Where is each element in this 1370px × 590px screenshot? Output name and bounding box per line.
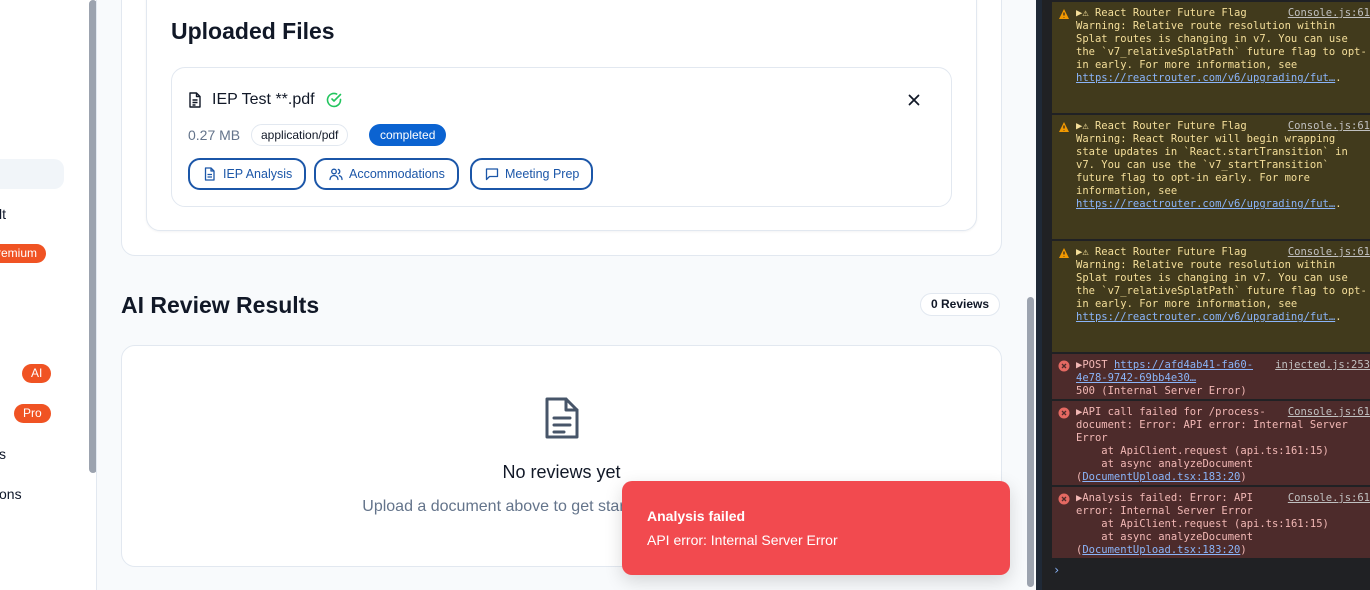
file-text-icon (204, 167, 215, 181)
console-prompt[interactable]: › (1053, 563, 1060, 577)
devtools-console: Console.js:61 ▶⚠ React Router Future Fla… (1036, 0, 1370, 590)
message-square-icon (485, 168, 499, 181)
console-source-link[interactable]: Console.js:61 (1288, 120, 1370, 133)
toast-message: API error: Internal Server Error (647, 532, 838, 548)
pro-badge: Pro (14, 404, 51, 423)
console-error[interactable]: Console.js:61 ▶API call failed for /proc… (1052, 401, 1370, 485)
console-message-tail: ) (1240, 471, 1247, 483)
sidebar-item-label[interactable]: ons (0, 486, 22, 502)
file-card: IEP Test **.pdf 0.27 MB application/pdf … (171, 67, 952, 207)
document-icon (545, 397, 579, 439)
file-size: 0.27 MB (188, 127, 241, 143)
error-icon (1058, 493, 1070, 505)
console-source-link[interactable]: Console.js:61 (1288, 406, 1370, 419)
console-warning[interactable]: Console.js:61 ▶⚠ React Router Future Fla… (1052, 241, 1370, 352)
error-icon (1058, 407, 1070, 419)
iep-analysis-button[interactable]: IEP Analysis (188, 158, 307, 190)
console-source-link[interactable]: Console.js:61 (1288, 246, 1370, 259)
warning-icon (1059, 122, 1069, 132)
mime-type-badge: application/pdf (251, 124, 349, 146)
warning-icon (1059, 248, 1069, 258)
premium-badge: remium (0, 244, 47, 263)
remove-file-button[interactable] (906, 92, 922, 108)
console-url-link[interactable]: https://reactrouter.com/v6/upgrading/fut… (1076, 72, 1335, 84)
users-icon (329, 168, 343, 181)
console-message-tail: ) (1240, 544, 1247, 556)
sidebar-scrollbar[interactable] (89, 0, 96, 473)
file-text-icon (189, 92, 201, 108)
uploaded-files-title: Uploaded Files (171, 18, 335, 44)
sidebar-item-label[interactable]: lt (0, 206, 6, 222)
console-error[interactable]: Console.js:61 ▶Analysis failed: Error: A… (1052, 487, 1370, 558)
console-message-tail: . (1335, 311, 1342, 323)
empty-title: No reviews yet (502, 462, 621, 482)
console-message-tail: . (1335, 72, 1342, 84)
console-message-tail: . (1335, 198, 1342, 210)
console-url-link[interactable]: https://reactrouter.com/v6/upgrading/fut… (1076, 311, 1335, 323)
sidebar: lt remium AI Pro s ons (0, 0, 97, 590)
meeting-prep-label: Meeting Prep (505, 167, 580, 181)
console-url-link[interactable]: DocumentUpload.tsx:183:20 (1082, 544, 1240, 556)
console-source-link[interactable]: Console.js:61 (1288, 492, 1370, 505)
accommodations-label: Accommodations (349, 167, 445, 181)
sidebar-item-label[interactable]: s (0, 446, 6, 462)
console-source-link[interactable]: Console.js:61 (1288, 7, 1370, 20)
main-scrollbar[interactable] (1027, 297, 1034, 587)
console-message-tail: 500 (Internal Server Error) (1076, 385, 1247, 397)
console-warning[interactable]: Console.js:61 ▶⚠ React Router Future Fla… (1052, 115, 1370, 239)
console-error[interactable]: injected.js:253 ▶POST https://afd4ab41-f… (1052, 354, 1370, 399)
sidebar-item-active[interactable] (0, 159, 64, 189)
toast-title: Analysis failed (647, 508, 746, 524)
file-name: IEP Test **.pdf (212, 91, 315, 108)
console-url-link[interactable]: DocumentUpload.tsx:183:20 (1082, 471, 1240, 483)
console-message-text: ▶POST (1076, 359, 1114, 371)
reviews-count-badge: 0 Reviews (920, 293, 1001, 316)
console-source-link[interactable]: injected.js:253 (1275, 359, 1370, 372)
warning-icon (1059, 9, 1069, 19)
console-url-link[interactable]: https://reactrouter.com/v6/upgrading/fut… (1076, 198, 1335, 210)
iep-analysis-label: IEP Analysis (223, 167, 293, 181)
check-circle-icon (326, 92, 342, 108)
status-badge: completed (369, 124, 447, 146)
console-warning[interactable]: Console.js:61 ▶⚠ React Router Future Fla… (1052, 2, 1370, 113)
error-icon (1058, 360, 1070, 372)
ai-badge: AI (22, 364, 52, 383)
error-toast[interactable]: Analysis failed API error: Internal Serv… (622, 481, 1010, 575)
accommodations-button[interactable]: Accommodations (314, 158, 459, 190)
ai-review-results-title: AI Review Results (121, 292, 320, 318)
meeting-prep-button[interactable]: Meeting Prep (470, 158, 594, 190)
